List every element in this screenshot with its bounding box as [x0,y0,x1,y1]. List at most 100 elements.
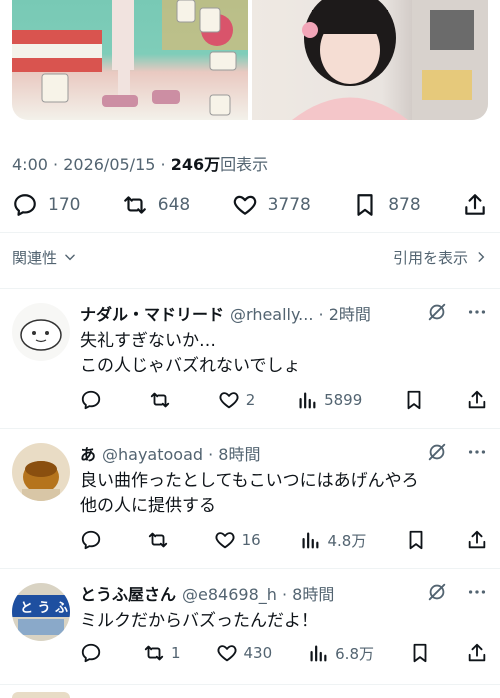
reply-item[interactable]: ナダル・マドリード @rheally... · 2時間 失礼すぎないか… この人… [0,289,500,427]
repost-button[interactable] [147,529,175,551]
repost-button[interactable]: 648 [122,192,190,218]
avatar[interactable]: と う ふ [12,583,70,641]
media-image-right[interactable] [252,0,488,120]
grok-icon[interactable] [426,441,448,463]
views-button[interactable]: 4.8万 [299,529,366,551]
bookmark-button[interactable] [405,529,427,551]
share-icon [465,194,485,215]
share-button[interactable] [466,642,488,664]
reply-header: とうふ屋さん @e84698_h · 8時間 [80,581,488,605]
like-count: 3778 [267,195,311,215]
repost-icon [144,645,164,661]
repost-icon [123,196,146,214]
chevron-down-icon [65,254,75,261]
reply-text: 良い曲作ったとしてもこいつにはあげんやろ 他の人に提供する [80,469,419,519]
bookmark-button[interactable] [403,389,425,411]
like-button[interactable]: 3778 [232,192,311,218]
repost-icon [150,392,170,408]
views-count: 5899 [324,391,363,409]
meta-separator: · [47,155,64,174]
avatar[interactable] [12,443,70,501]
post-action-bar: 170 648 3778 878 [12,188,488,222]
sort-bar: 関連性 引用を表示 [12,244,488,270]
reply-text-line: この人じゃバズれないでしょ [80,356,301,376]
like-count: 16 [241,531,261,549]
post-date[interactable]: 2026/05/15 [63,155,155,174]
repost-count: 1 [170,644,181,662]
mahjong-scene-image [12,0,248,116]
share-button[interactable] [462,192,488,218]
post-time[interactable]: 4:00 [12,155,48,174]
share-icon [468,390,486,409]
reply-icon [81,390,101,410]
reply-handle-time[interactable]: @rheally... · 2時間 [230,301,371,325]
reply-action-bar: 1 430 6.8万 [80,640,488,666]
reply-header: あ @hayatooad · 8時間 [80,441,488,465]
reply-author-name[interactable]: とうふ屋さん [80,581,176,605]
reply-author-name[interactable]: ナダル・マドリード [80,301,224,325]
share-button[interactable] [466,529,488,551]
avatar-image: と う ふ [12,583,70,641]
portrait-image [292,0,488,120]
views-icon [299,392,316,409]
media-image-left[interactable] [12,0,248,120]
sort-dropdown[interactable]: 関連性 [12,247,77,268]
repost-button[interactable]: 1 [143,642,181,664]
like-icon [233,195,256,215]
like-button[interactable]: 16 [214,529,261,551]
bookmark-button[interactable]: 878 [352,192,421,218]
more-icon[interactable] [466,581,488,603]
like-button[interactable]: 430 [216,642,273,664]
view-count-label: 回表示 [220,155,269,174]
reply-button[interactable] [80,529,108,551]
reply-item[interactable]: あ @hayatooad · 8時間 良い曲作ったとしてもこいつにはあげんやろ … [0,429,500,567]
avatar-image [12,443,70,501]
reply-button[interactable]: 170 [12,192,80,218]
like-icon [215,532,235,549]
view-count: 246万 [170,155,221,174]
reply-action-bar: 2 5899 [80,387,488,413]
reply-text: 失礼すぎないか… この人じゃバズれないでしょ [80,329,301,379]
more-icon[interactable] [466,441,488,463]
avatar[interactable] [12,303,70,361]
sort-label: 関連性 [12,248,58,267]
reply-action-bar: 16 4.8万 [80,527,488,553]
reply-header: ナダル・マドリード @rheally... · 2時間 [80,301,488,325]
reply-author-name[interactable]: あ [80,441,96,465]
bookmark-button[interactable] [409,642,431,664]
bookmark-icon [407,390,421,410]
reply-handle-time[interactable]: @e84698_h · 8時間 [182,581,334,605]
post-media [12,0,488,120]
views-button[interactable]: 6.8万 [307,642,374,664]
reply-handle-time[interactable]: @hayatooad · 8時間 [102,441,260,465]
reply-text-line: 良い曲作ったとしてもこいつにはあげんやろ [80,471,419,491]
reply-count: 170 [48,195,81,215]
share-button[interactable] [466,389,488,411]
views-icon [310,645,327,662]
bookmark-icon [357,194,373,216]
repost-count: 648 [157,195,191,215]
reply-text-line: 他の人に提供する [80,496,216,516]
views-button[interactable]: 5899 [296,389,362,411]
reply-button[interactable] [80,642,108,664]
reply-text: ミルクだからバズったんだよ！ [80,609,318,634]
reply-item[interactable]: と う ふ とうふ屋さん @e84698_h · 8時間 ミルクだからバズったん… [0,569,500,684]
grok-icon[interactable] [426,581,448,603]
more-icon[interactable] [466,301,488,323]
like-icon [217,645,237,662]
divider [0,232,500,233]
view-quotes-link[interactable]: 引用を表示 [393,247,488,268]
grok-icon[interactable] [426,301,448,323]
views-count: 4.8万 [327,531,367,550]
like-count: 430 [243,644,273,662]
meta-separator: · [155,155,171,174]
avatar[interactable] [12,692,70,698]
like-button[interactable]: 2 [218,389,255,411]
view-quotes-label: 引用を表示 [392,248,468,267]
reply-icon [14,194,36,216]
post-meta: 4:00 · 2026/05/15 · 246万回表示 [12,151,268,175]
reply-button[interactable] [80,389,108,411]
repost-button[interactable] [149,389,177,411]
repost-icon [148,532,167,548]
reply-icon [81,643,101,663]
